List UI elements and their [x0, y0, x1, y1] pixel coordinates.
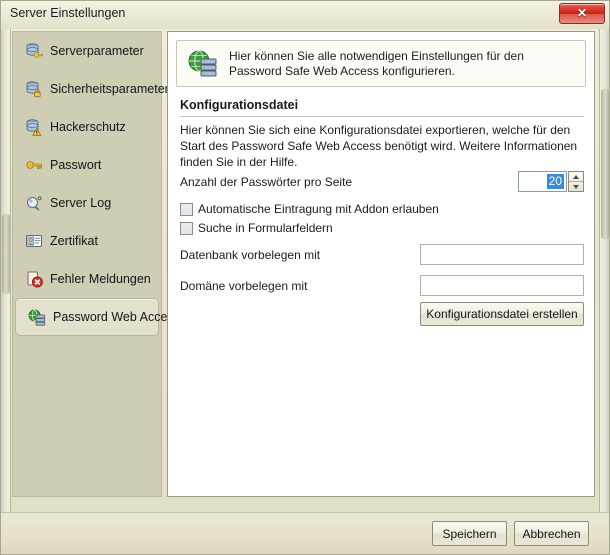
left-scrollbar[interactable]: [1, 29, 11, 514]
checkbox-addon-autofill[interactable]: Automatische Eintragung mit Addon erlaub…: [180, 202, 439, 216]
section-title: Konfigurationsdatei: [180, 98, 299, 112]
database-prefill-input[interactable]: [420, 244, 584, 265]
sidebar-item-label: Password Web Access: [53, 310, 180, 324]
sidebar-item-label: Hackerschutz: [50, 120, 126, 134]
title-bar: Server Einstellungen ✕: [1, 1, 609, 29]
sidebar-item-label: Sicherheitsparameter: [50, 82, 169, 96]
database-warning-icon: [25, 118, 43, 136]
right-scrollbar-thumb[interactable]: [601, 89, 609, 239]
globe-server-icon: [187, 48, 219, 80]
checkbox-form-field-search[interactable]: Suche in Formularfeldern: [180, 221, 333, 235]
stepper-up-icon[interactable]: [569, 172, 583, 181]
close-icon: ✕: [576, 6, 588, 20]
save-button[interactable]: Speichern: [432, 521, 507, 546]
content-panel: Hier können Sie alle notwendigen Einstel…: [167, 31, 595, 497]
passwords-per-page-input[interactable]: 20: [518, 171, 567, 192]
sidebar-item-passwort[interactable]: Passwort: [13, 146, 161, 184]
close-button[interactable]: ✕: [559, 3, 605, 24]
sidebar-item-label: Passwort: [50, 158, 102, 172]
sidebar-item-serverparameter[interactable]: Serverparameter: [13, 32, 161, 70]
sidebar-item-server-log[interactable]: Server Log: [13, 184, 161, 222]
database-prefill-row: Datenbank vorbelegen mit: [180, 244, 584, 268]
passwords-per-page-stepper[interactable]: 20: [518, 171, 584, 192]
checkbox-form-field-search-box[interactable]: [180, 221, 193, 235]
server-settings-dialog: Server Einstellungen ✕ Serverparameter Si…: [0, 0, 610, 555]
window-title: Server Einstellungen: [10, 6, 126, 20]
sidebar-item-hackerschutz[interactable]: Hackerschutz: [13, 108, 161, 146]
sidebar-item-label: Server Log: [50, 196, 112, 210]
error-icon: [25, 270, 43, 288]
sidebar-item-password-web-access[interactable]: Password Web Access: [15, 298, 180, 336]
log-monitor-icon: [25, 194, 43, 212]
sidebar-item-label: Serverparameter: [50, 44, 144, 58]
checkbox-form-field-search-label: Suche in Formularfeldern: [198, 221, 333, 235]
domain-prefill-input[interactable]: [420, 275, 584, 296]
sidebar-item-sicherheitsparameter[interactable]: Sicherheitsparameter: [13, 70, 169, 108]
checkbox-addon-autofill-box[interactable]: [180, 202, 193, 216]
database-key-icon: [25, 42, 43, 60]
certificate-icon: [25, 232, 43, 250]
database-lock-icon: [25, 80, 43, 98]
domain-prefill-label: Domäne vorbelegen mit: [180, 279, 308, 293]
checkbox-addon-autofill-label: Automatische Eintragung mit Addon erlaub…: [198, 202, 439, 216]
sidebar-item-label: Fehler Meldungen: [50, 272, 151, 286]
right-scrollbar[interactable]: [599, 29, 609, 514]
section-divider: [180, 116, 584, 117]
stepper-buttons[interactable]: [568, 171, 584, 192]
header-description: Hier können Sie alle notwendigen Einstel…: [229, 48, 524, 78]
cancel-button[interactable]: Abbrechen: [514, 521, 589, 546]
create-config-file-button[interactable]: Konfigurationsdatei erstellen: [420, 302, 584, 326]
domain-prefill-row: Domäne vorbelegen mit: [180, 275, 584, 299]
header-banner: Hier können Sie alle notwendigen Einstel…: [176, 40, 586, 87]
sidebar-item-zertifikat[interactable]: Zertifikat: [13, 222, 161, 260]
left-scrollbar-thumb[interactable]: [2, 214, 10, 294]
footer-bar: Speichern Abbrechen: [1, 512, 609, 554]
database-prefill-label: Datenbank vorbelegen mit: [180, 248, 321, 262]
globe-server-icon: [28, 308, 46, 326]
key-icon: [25, 156, 43, 174]
section-description: Hier können Sie sich eine Konfigurations…: [180, 123, 578, 169]
sidebar: Serverparameter Sicherheitsparameter Hacke…: [12, 31, 180, 497]
stepper-down-icon[interactable]: [569, 182, 583, 191]
passwords-per-page-value: 20: [546, 174, 564, 189]
sidebar-item-label: Zertifikat: [50, 234, 98, 248]
passwords-per-page-label: Anzahl der Passwörter pro Seite: [180, 175, 353, 189]
sidebar-item-fehler-meldungen[interactable]: Fehler Meldungen: [13, 260, 161, 298]
